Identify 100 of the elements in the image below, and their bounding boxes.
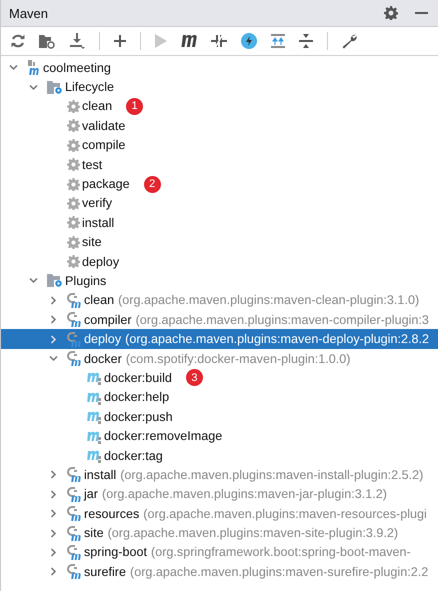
plugin-coordinates: (org.apache.maven.plugins:maven-install-plugin:2.5.2) xyxy=(120,468,424,482)
step-badge: 3 xyxy=(186,369,203,386)
node-label: clean xyxy=(84,293,114,308)
folder-gear-icon xyxy=(47,80,63,95)
skip-tests-icon[interactable] xyxy=(211,34,227,48)
lightning-icon[interactable] xyxy=(241,33,257,49)
tree-row[interactable]: site (org.apache.maven.plugins:maven-site-plugin:3.9.2) xyxy=(1,523,438,543)
tree-row[interactable]: test xyxy=(1,154,438,174)
tree-row[interactable]: docker:removeImage xyxy=(1,426,438,446)
tree-row[interactable]: docker:push xyxy=(1,407,438,426)
gear-icon xyxy=(67,138,80,152)
tree-row[interactable]: clean 1 xyxy=(1,96,438,116)
node-label: Lifecycle xyxy=(65,80,114,94)
gear-icon xyxy=(67,255,80,268)
plugin-coordinates: (org.apache.maven.plugins:maven-deploy-plugin:2.8.2 xyxy=(125,332,429,346)
tree-row[interactable]: surefire (org.apache.maven.plugins:maven-surefire-plugin:2.2 xyxy=(1,562,438,582)
expand-chevron-icon[interactable] xyxy=(49,296,58,305)
goal-icon xyxy=(87,370,102,386)
tree-row[interactable]: docker:tag xyxy=(1,446,438,466)
node-label: docker xyxy=(84,352,122,366)
expand-all-icon[interactable] xyxy=(271,34,285,48)
plugin-icon xyxy=(67,312,82,328)
node-label: compiler xyxy=(84,312,132,327)
gear-icon xyxy=(67,119,80,132)
tree-row[interactable]: coolmeeting xyxy=(1,58,438,78)
wrench-icon[interactable] xyxy=(342,34,357,48)
node-label: jar xyxy=(84,487,98,502)
node-label: coolmeeting xyxy=(43,60,111,75)
tree-row[interactable]: clean (org.apache.maven.plugins:maven-clean-plugin:3.1.0) xyxy=(1,290,438,310)
expand-chevron-icon[interactable] xyxy=(49,490,58,499)
tree-row[interactable]: docker:help xyxy=(1,388,438,408)
gear-icon xyxy=(67,100,80,113)
node-label: test xyxy=(82,158,102,172)
step-badge: 2 xyxy=(144,176,161,193)
tree-row[interactable]: resources (org.apache.maven.plugins:maven-resources-plugi xyxy=(1,504,438,524)
node-label: verify xyxy=(82,196,112,210)
expand-chevron-icon[interactable] xyxy=(49,567,58,576)
tree-row[interactable]: Plugins xyxy=(1,271,438,291)
node-label: docker:push xyxy=(104,410,173,424)
tree-row[interactable]: compiler (org.apache.maven.plugins:maven-compiler-plugin:3 xyxy=(1,310,438,330)
plugin-icon xyxy=(67,351,82,366)
plugin-coordinates: (com.spotify:docker-maven-plugin:1.0.0) xyxy=(126,352,350,366)
tree-row[interactable]: Lifecycle xyxy=(1,77,438,97)
node-label: deploy xyxy=(82,254,120,269)
tree-row[interactable]: docker (com.spotify:docker-maven-plugin:1.0.0) xyxy=(1,348,438,368)
expand-chevron-icon[interactable] xyxy=(49,315,58,324)
expand-chevron-icon[interactable] xyxy=(49,470,58,480)
node-label: spring-boot xyxy=(84,545,148,560)
collapse-chevron-icon[interactable] xyxy=(29,82,38,92)
plus-icon[interactable] xyxy=(114,35,126,47)
settings-icon[interactable] xyxy=(384,6,398,20)
node-label: docker:tag xyxy=(104,448,163,462)
tree-row[interactable]: deploy (org.apache.maven.plugins:maven-deploy-plugin:2.8.2 xyxy=(1,329,438,349)
tree-row[interactable]: deploy xyxy=(1,252,438,272)
collapse-chevron-icon[interactable] xyxy=(49,354,58,364)
tree-row[interactable]: jar (org.apache.maven.plugins:maven-jar-plugin:3.1.2) xyxy=(1,484,438,504)
node-label: surefire xyxy=(84,564,126,579)
node-label: deploy xyxy=(84,332,122,346)
folder-gear-icon xyxy=(47,273,63,288)
node-label: package xyxy=(82,177,130,192)
tree-row[interactable]: install (org.apache.maven.plugins:maven-install-plugin:2.5.2) xyxy=(1,465,438,485)
gear-icon xyxy=(67,158,80,172)
plugin-coordinates: (org.apache.maven.plugins:maven-resources-plugi xyxy=(143,506,427,521)
plugin-icon xyxy=(67,506,82,522)
collapse-chevron-icon[interactable] xyxy=(9,63,18,72)
gear-icon xyxy=(67,178,80,191)
project-icon xyxy=(27,60,41,76)
tree-row[interactable]: package 2 xyxy=(1,174,438,194)
plugin-icon xyxy=(67,292,82,308)
node-label: install xyxy=(84,468,116,482)
refresh-icon[interactable] xyxy=(11,34,25,48)
plugin-coordinates: (org.apache.maven.plugins:maven-jar-plugin:3.1.2) xyxy=(102,487,387,502)
node-label: install xyxy=(82,216,114,230)
plugin-icon xyxy=(67,486,82,502)
node-label: docker:removeImage xyxy=(104,429,222,444)
node-label: compile xyxy=(82,138,126,152)
goal-icon xyxy=(87,409,102,424)
tree-row[interactable]: verify xyxy=(1,194,438,214)
node-label: site xyxy=(84,526,104,540)
collapse-all-icon[interactable] xyxy=(299,34,313,48)
window-title: Maven xyxy=(9,6,48,20)
tree-row[interactable]: docker:build 3 xyxy=(1,368,438,388)
tree-row[interactable]: compile xyxy=(1,136,438,155)
tree-row[interactable]: spring-boot (org.springframework.boot:spring-boot-maven- xyxy=(1,542,438,562)
gear-icon xyxy=(67,196,80,210)
step-badge: 1 xyxy=(126,98,144,115)
plugin-icon xyxy=(67,332,82,347)
tree-row[interactable]: site xyxy=(1,232,438,252)
plugin-icon xyxy=(67,564,82,580)
expand-chevron-icon[interactable] xyxy=(49,509,58,518)
plugin-coordinates: (org.springframework.boot:spring-boot-maven- xyxy=(151,545,411,560)
collapse-chevron-icon[interactable] xyxy=(29,276,38,286)
plugin-icon xyxy=(67,544,82,560)
maven-goal-icon[interactable] xyxy=(181,35,197,47)
download-icon[interactable] xyxy=(69,33,85,49)
plugin-coordinates: (org.apache.maven.plugins:maven-compiler-plugin:3 xyxy=(136,312,429,327)
folder-refresh-icon[interactable] xyxy=(39,34,55,48)
node-label: docker:help xyxy=(104,390,170,404)
tree-row[interactable]: validate xyxy=(1,116,438,136)
tree-row[interactable]: install xyxy=(1,213,438,233)
